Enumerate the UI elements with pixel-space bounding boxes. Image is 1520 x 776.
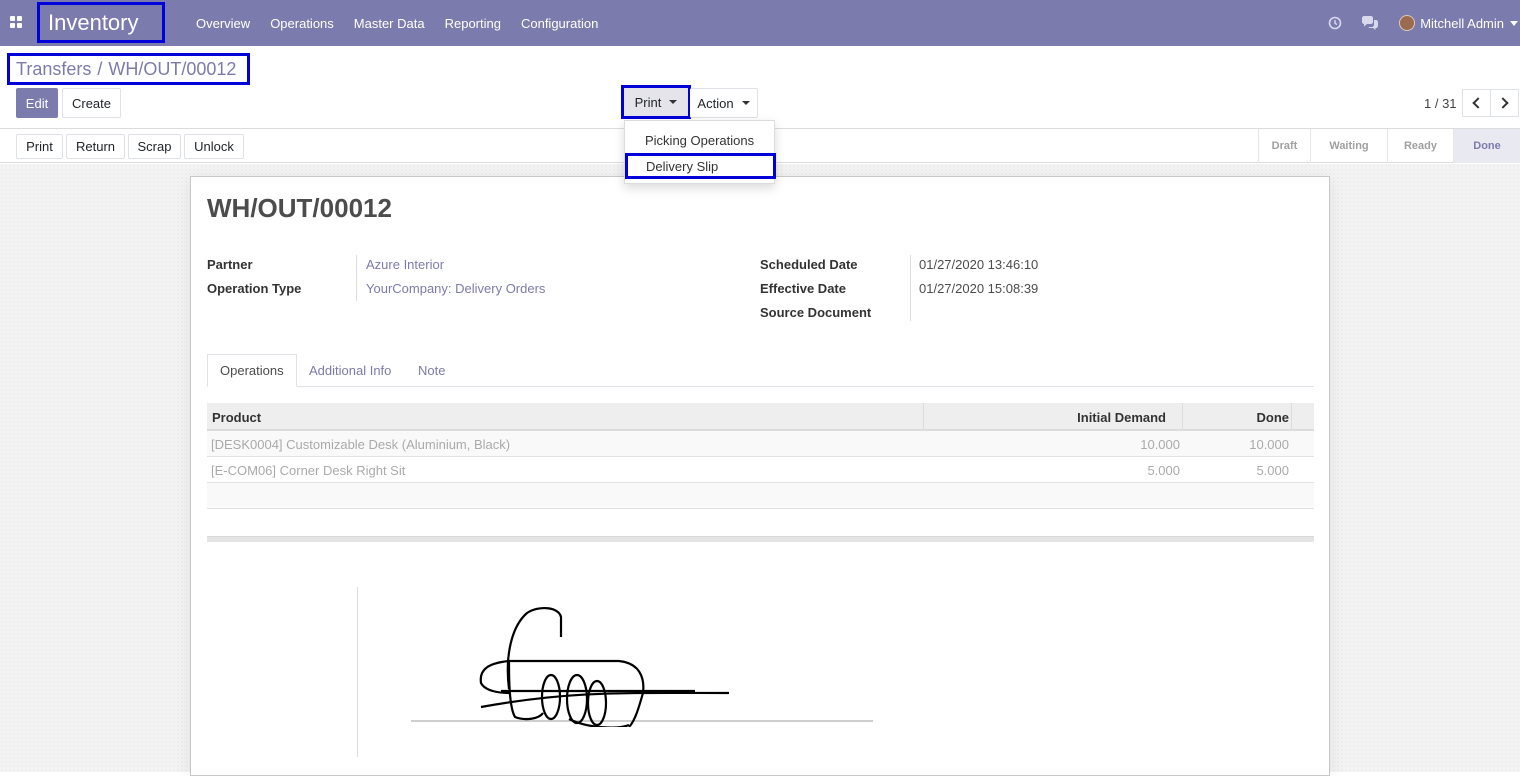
action-label: Action (697, 95, 734, 111)
column-divider (923, 403, 924, 431)
chevron-down-icon[interactable] (1510, 20, 1518, 26)
operation-type-label: Operation Type (207, 281, 302, 296)
breadcrumb-separator: / (97, 58, 103, 79)
column-divider (1291, 403, 1292, 431)
field-divider (910, 255, 911, 321)
pager-next-button[interactable] (1490, 89, 1519, 117)
pager-value[interactable]: 1 / 31 (1424, 96, 1457, 111)
column-divider (1182, 403, 1183, 431)
row-initial-demand: 10.000 (1140, 436, 1180, 452)
menu-item-operations[interactable]: Operations (260, 16, 344, 31)
scheduled-date-label: Scheduled Date (760, 257, 858, 272)
scheduled-date-value[interactable]: 01/27/2020 13:46:10 (919, 257, 1038, 272)
row-done: 10.000 (1249, 436, 1289, 452)
chat-icon[interactable] (1361, 15, 1379, 31)
tab-note[interactable]: Note (406, 354, 457, 387)
edit-button[interactable]: Edit (16, 88, 58, 118)
menu-item-overview[interactable]: Overview (186, 16, 260, 31)
print-label: Print (634, 94, 662, 110)
scrap-button[interactable]: Scrap (128, 134, 181, 159)
breadcrumb-current: WH/OUT/00012 (108, 58, 237, 79)
table-header: Product Initial Demand Done (207, 403, 1314, 431)
apps-icon[interactable] (10, 16, 22, 28)
partner-label: Partner (207, 257, 253, 272)
breadcrumb-transfers[interactable]: Transfers (16, 59, 91, 80)
tab-additional-info[interactable]: Additional Info (297, 354, 403, 387)
menu-item-configuration[interactable]: Configuration (511, 16, 608, 31)
menu-item-reporting[interactable]: Reporting (435, 16, 511, 31)
tab-operations[interactable]: Operations (207, 354, 297, 387)
top-navbar: Inventory Overview Operations Master Dat… (0, 0, 1520, 46)
main-menu: Overview Operations Master Data Reportin… (186, 0, 608, 46)
table-row[interactable]: [E-COM06] Corner Desk Right Sit 5.000 5.… (207, 457, 1314, 483)
breadcrumb: Transfers / WH/OUT/00012 (7, 53, 250, 85)
row-product: [DESK0004] Customizable Desk (Aluminium,… (211, 436, 511, 452)
caret-down-icon (669, 100, 678, 104)
stage-draft: Draft (1258, 129, 1310, 163)
unlock-button[interactable]: Unlock (184, 134, 244, 159)
column-initial-demand[interactable]: Initial Demand (1077, 403, 1166, 431)
menu-item-master-data[interactable]: Master Data (344, 16, 435, 31)
stage-ready: Ready (1387, 129, 1453, 163)
chevron-right-icon (1497, 97, 1509, 109)
stage-bar: Draft Waiting Ready Done (1258, 129, 1520, 163)
app-title[interactable]: Inventory (37, 2, 165, 43)
effective-date-value[interactable]: 01/27/2020 15:08:39 (919, 281, 1038, 296)
field-divider (356, 255, 357, 301)
print-dropdown-menu: Picking Operations Delivery Slip (624, 120, 776, 184)
operation-type-value[interactable]: YourCompany: Delivery Orders (366, 281, 545, 296)
caret-down-icon (741, 101, 750, 105)
source-document-label: Source Document (760, 305, 872, 320)
avatar[interactable] (1399, 15, 1416, 31)
row-product: [E-COM06] Corner Desk Right Sit (211, 462, 406, 478)
column-done[interactable]: Done (1257, 403, 1290, 431)
picking-operations-menu-item[interactable]: Picking Operations (625, 127, 776, 153)
status-print-button[interactable]: Print (16, 134, 63, 159)
column-product[interactable]: Product (212, 403, 261, 431)
notebook-tabs: Operations Additional Info Note (207, 354, 1314, 387)
create-button[interactable]: Create (62, 88, 121, 118)
record-title: WH/OUT/00012 (207, 193, 392, 223)
signature-divider (357, 587, 358, 757)
action-dropdown-button[interactable]: Action (690, 88, 758, 118)
partner-value[interactable]: Azure Interior (366, 257, 444, 272)
user-name[interactable]: Mitchell Admin (1420, 16, 1504, 31)
stage-waiting: Waiting (1310, 129, 1387, 163)
table-row[interactable]: [DESK0004] Customizable Desk (Aluminium,… (207, 431, 1314, 457)
signature-image (411, 607, 873, 727)
table-row-empty (207, 483, 1314, 509)
form-sheet: WH/OUT/00012 Partner Azure Interior Oper… (190, 176, 1330, 776)
row-initial-demand: 5.000 (1147, 462, 1180, 478)
chevron-left-icon (1472, 97, 1484, 109)
clock-icon[interactable] (1327, 15, 1343, 31)
stage-done: Done (1453, 129, 1520, 163)
return-button[interactable]: Return (66, 134, 125, 159)
print-dropdown-button[interactable]: Print (621, 85, 691, 119)
pager-previous-button[interactable] (1462, 89, 1491, 117)
operations-table: Product Initial Demand Done [DESK0004] C… (207, 403, 1314, 509)
effective-date-label: Effective Date (760, 281, 846, 296)
table-footer-bar (207, 536, 1314, 542)
navbar-right: Mitchell Admin (1327, 0, 1520, 46)
row-done: 5.000 (1256, 462, 1289, 478)
delivery-slip-menu-item[interactable]: Delivery Slip (625, 153, 776, 179)
